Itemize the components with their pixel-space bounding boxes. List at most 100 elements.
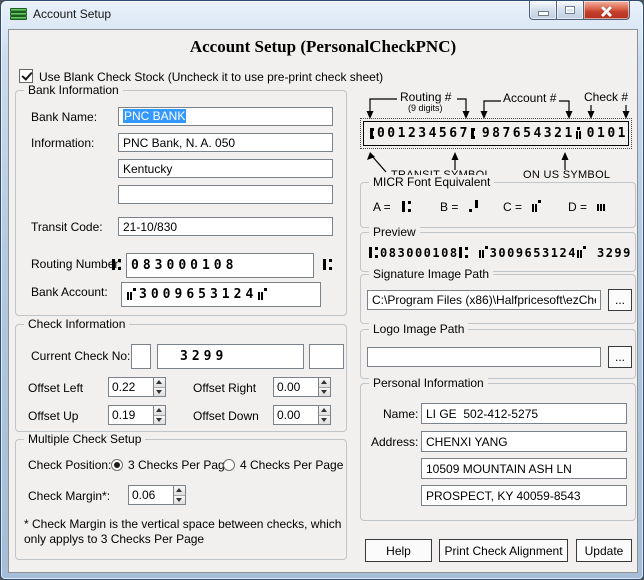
help-button[interactable]: Help [365, 539, 432, 562]
name-label: Name: [383, 407, 418, 421]
micr-field-map: Routing # (9 digits) Account # Check # 0… [360, 90, 636, 182]
personal-information-group: Personal Information Name: Address: [360, 383, 636, 521]
offset-left-up-icon[interactable] [154, 378, 165, 388]
bank-information-group: Bank Information Bank Name: PNC BANK Inf… [15, 90, 347, 316]
check-position-label: Check Position: [28, 458, 111, 472]
minimize-icon [539, 12, 548, 15]
address-line3-input[interactable] [421, 485, 627, 506]
signature-path-input[interactable] [367, 290, 601, 310]
radio-4-checks-per-page[interactable] [223, 459, 235, 471]
offset-up-stepper[interactable] [108, 405, 166, 425]
multiple-check-setup-group: Multiple Check Setup Check Position: 3 C… [15, 439, 347, 560]
offset-down-down-icon[interactable] [319, 416, 330, 425]
routing-transit-symbol-left [111, 258, 124, 271]
multiple-check-setup-title: Multiple Check Setup [24, 432, 145, 446]
preview-title: Preview [369, 225, 420, 239]
logo-browse-button[interactable]: ... [608, 346, 632, 368]
logo-image-path-title: Logo Image Path [369, 322, 468, 336]
offset-right-label: Offset Right [193, 381, 256, 395]
signature-browse-button[interactable]: ... [608, 289, 632, 311]
check-no-suffix-box[interactable] [309, 344, 344, 369]
micr-font-equivalent-group: MICR Font Equivalent A = B = C = D = [360, 182, 636, 228]
close-icon [601, 5, 612, 16]
check-margin-label: Check Margin*: [28, 489, 110, 503]
routing-hash-label: Routing # [400, 90, 451, 104]
micr-d-symbol [596, 200, 609, 213]
offset-down-up-icon[interactable] [319, 406, 330, 416]
offset-down-stepper[interactable] [273, 405, 331, 425]
bank-name-input[interactable]: PNC BANK [118, 107, 333, 126]
name-input[interactable] [421, 403, 627, 424]
close-button[interactable] [584, 1, 630, 20]
offset-up-up-icon[interactable] [154, 406, 165, 416]
check-margin-note-line1: * Check Margin is the vertical space bet… [24, 517, 341, 531]
personal-information-title: Personal Information [369, 376, 488, 390]
offset-up-down-icon[interactable] [154, 416, 165, 425]
logo-path-input[interactable] [367, 347, 601, 367]
address-label: Address: [371, 435, 418, 449]
routing-transit-symbol-right [322, 258, 335, 271]
address-line1-input[interactable] [421, 431, 627, 452]
print-check-alignment-button[interactable]: Print Check Alignment [439, 539, 568, 562]
offset-right-down-icon[interactable] [319, 388, 330, 397]
routing-digits-note: (9 digits) [408, 103, 443, 113]
transit-code-input[interactable] [118, 217, 333, 236]
bank-account-label: Bank Account: [31, 285, 108, 299]
bank-name-label: Bank Name: [31, 110, 97, 124]
micr-c-symbol [531, 200, 544, 213]
bank-name-selected-text: PNC BANK [123, 109, 186, 123]
maximize-button[interactable] [557, 1, 584, 20]
update-button[interactable]: Update [576, 539, 632, 562]
dialog-body: Account Setup (PersonalCheckPNC) Use Bla… [8, 29, 638, 573]
onus-symbol-caption: ON US SYMBOL [523, 169, 610, 181]
offset-left-stepper[interactable] [108, 377, 166, 397]
offset-up-value[interactable] [109, 406, 153, 424]
minimize-button[interactable] [529, 1, 557, 20]
micr-b-label: B = [440, 200, 458, 214]
micr-c-label: C = [503, 200, 522, 214]
micr-b-symbol [468, 200, 481, 213]
check-no-prefix-box[interactable] [131, 344, 151, 369]
micr-a-label: A = [373, 200, 391, 214]
offset-left-value[interactable] [109, 378, 153, 396]
transit-code-label: Transit Code: [31, 220, 103, 234]
information-label: Information: [31, 136, 94, 150]
offset-right-value[interactable] [274, 378, 318, 396]
bank-info-line3-input[interactable] [118, 185, 333, 204]
routing-number-input[interactable]: 083000108 [126, 253, 314, 278]
offset-left-label: Offset Left [28, 381, 83, 395]
radio-3-checks-per-page[interactable] [111, 459, 123, 471]
window-title: Account Setup [33, 7, 111, 21]
check-hash-label: Check # [584, 90, 628, 104]
offset-down-value[interactable] [274, 406, 318, 424]
check-margin-stepper[interactable] [128, 485, 186, 505]
bank-info-line1-input[interactable] [118, 133, 333, 152]
blank-stock-checkbox[interactable] [19, 69, 33, 83]
page-title: Account Setup (PersonalCheckPNC) [9, 37, 637, 57]
preview-micr-line: 08300010830096531243299 [369, 246, 632, 259]
check-margin-note-line2: only applys to 3 Checks Per Page [24, 532, 204, 546]
offset-right-up-icon[interactable] [319, 378, 330, 388]
check-margin-down-icon[interactable] [174, 496, 185, 505]
logo-image-path-group: Logo Image Path ... [360, 329, 636, 379]
check-information-group: Check Information Current Check No: 3299… [15, 324, 347, 432]
bank-info-line2-input[interactable] [118, 159, 333, 178]
check-margin-up-icon[interactable] [174, 486, 185, 496]
check-margin-value[interactable] [129, 486, 173, 504]
offset-left-down-icon[interactable] [154, 388, 165, 397]
account-hash-label: Account # [503, 91, 556, 105]
signature-image-path-group: Signature Image Path ... [360, 274, 636, 324]
bank-information-title: Bank Information [24, 83, 123, 97]
offset-down-label: Offset Down [193, 409, 259, 423]
bank-account-input[interactable]: 3009653124 [121, 282, 321, 307]
window: Account Setup Account Setup (PersonalChe… [0, 0, 644, 580]
signature-image-path-title: Signature Image Path [369, 267, 493, 281]
micr-font-equivalent-title: MICR Font Equivalent [369, 175, 494, 189]
offset-up-label: Offset Up [28, 409, 78, 423]
address-line2-input[interactable] [421, 458, 627, 479]
blank-stock-label: Use Blank Check Stock (Uncheck it to use… [39, 70, 383, 84]
offset-right-stepper[interactable] [273, 377, 331, 397]
current-check-no-input[interactable]: 3299 [157, 344, 304, 369]
preview-group: Preview 08300010830096531243299 [360, 232, 636, 272]
titlebar[interactable]: Account Setup [1, 1, 643, 29]
